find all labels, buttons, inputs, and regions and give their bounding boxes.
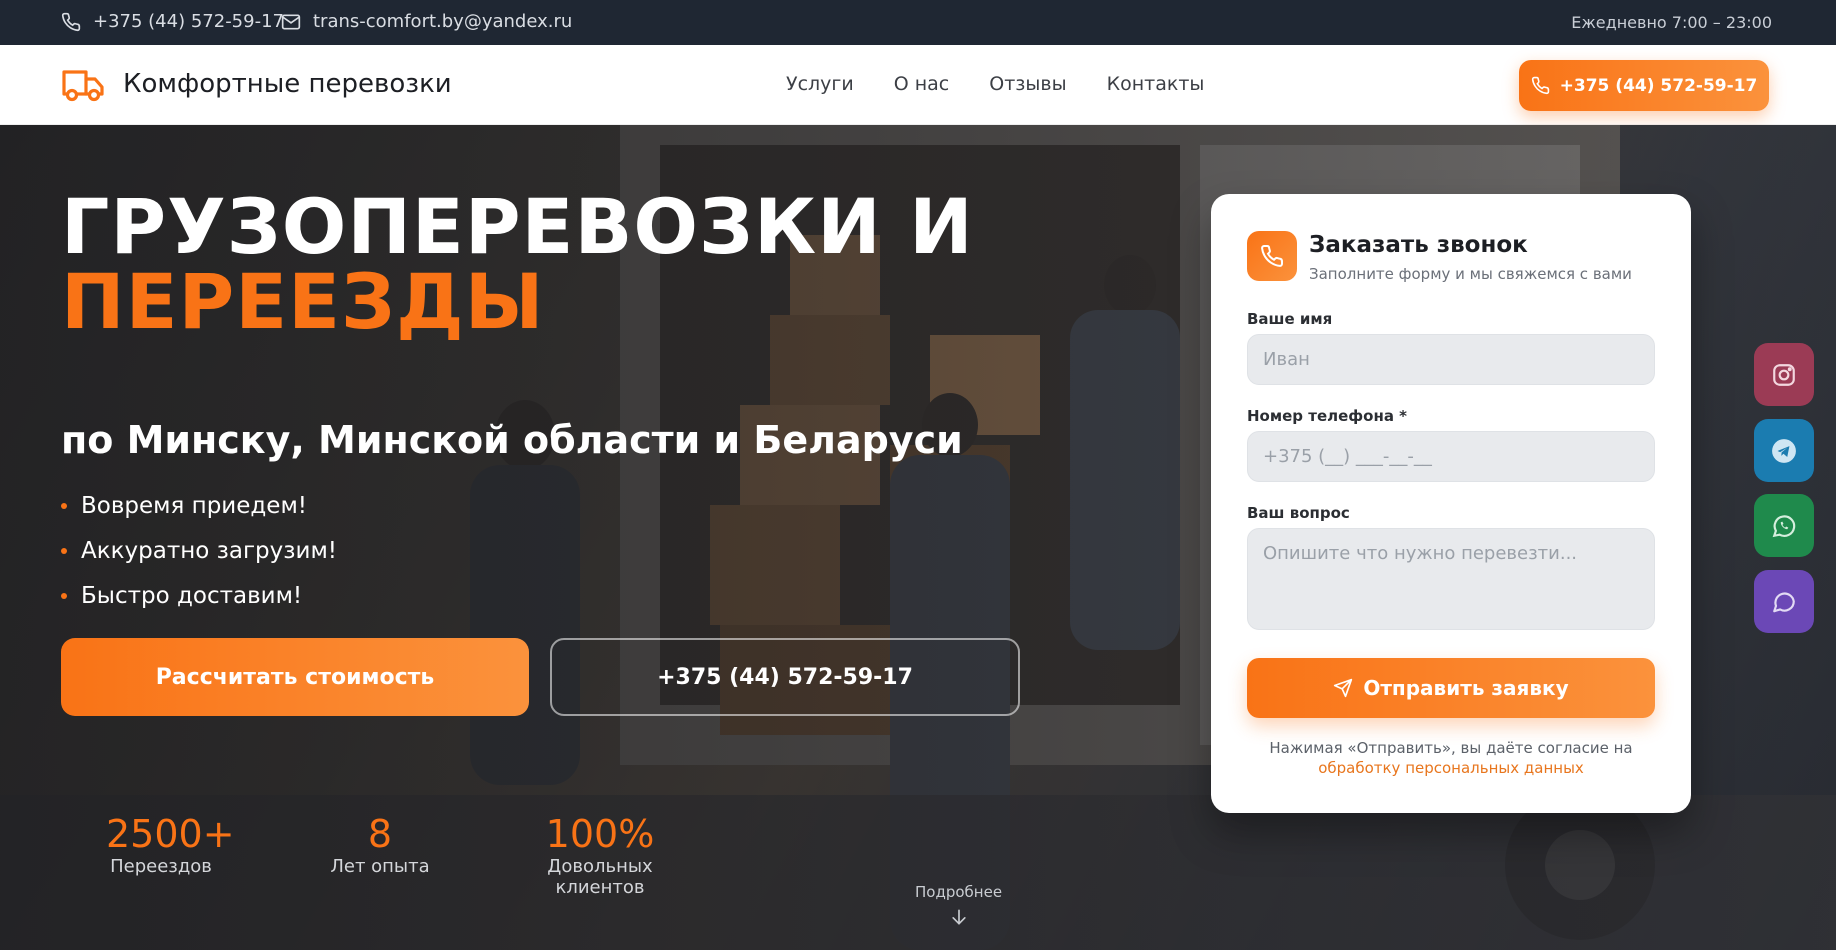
bullet-dot-icon (61, 547, 67, 554)
whatsapp-icon (1772, 514, 1796, 537)
stat-label: Довольных клиентов (547, 856, 653, 898)
instagram-icon (1773, 363, 1795, 386)
stat-moves: 2500+ Переездов (106, 812, 235, 877)
logo-text: Комфортные перевозки (123, 69, 452, 99)
form-title: Заказать звонок (1309, 232, 1528, 258)
header-call-button[interactable]: +375 (44) 572-59-17 (1519, 60, 1769, 111)
stat-label: Лет опыта (330, 856, 430, 877)
name-input[interactable]: Иван (1247, 334, 1655, 385)
question-label: Ваш вопрос (1247, 504, 1350, 522)
chat-button[interactable] (1754, 570, 1814, 633)
consent-note: Нажимая «Отправить», вы даёте согласие н… (1211, 738, 1691, 778)
main-nav: Услуги О нас Отзывы Контакты (786, 73, 1204, 95)
chat-icon (1773, 592, 1795, 612)
stat-number: 8 (367, 812, 393, 856)
topbar-email-text: trans-comfort.by@yandex.ru (313, 11, 573, 32)
phone-icon (1531, 76, 1549, 95)
benefit-item: Вовремя приедем! (61, 483, 337, 528)
stat-number: 100% (545, 812, 655, 856)
phone-input[interactable]: +375 (__) ___-__-__ (1247, 431, 1655, 482)
top-bar: +375 (44) 572-59-17 trans-comfort.by@yan… (0, 0, 1836, 45)
bullet-dot-icon (61, 502, 67, 509)
arrow-down-icon (951, 909, 966, 925)
send-icon (1334, 678, 1353, 698)
scroll-more[interactable]: Подробнее (915, 883, 1002, 927)
mail-icon (281, 14, 301, 29)
hero-benefits: Вовремя приедем! Аккуратно загрузим! Быс… (61, 483, 337, 618)
hero-subtitle: по Минску, Минской области и Беларуси (61, 418, 963, 462)
stat-years: 8 Лет опыта (320, 812, 440, 877)
telegram-icon (1772, 438, 1796, 463)
submit-label: Отправить заявку (1363, 676, 1569, 700)
working-hours: Ежедневно 7:00 – 23:00 (1571, 13, 1772, 32)
topbar-phone[interactable]: +375 (44) 572-59-17 (61, 11, 284, 32)
nav-contacts[interactable]: Контакты (1107, 73, 1205, 95)
site-header: Комфортные перевозки Услуги О нас Отзывы… (0, 45, 1836, 125)
scroll-more-label: Подробнее (915, 883, 1003, 901)
topbar-email[interactable]: trans-comfort.by@yandex.ru (281, 11, 572, 32)
header-call-label: +375 (44) 572-59-17 (1559, 75, 1758, 96)
callback-form: Заказать звонок Заполните форму и мы свя… (1211, 194, 1691, 813)
logo[interactable]: Комфортные перевозки (61, 64, 452, 104)
stat-label: Переездов (110, 856, 212, 877)
instagram-button[interactable] (1754, 343, 1814, 406)
form-subtitle: Заполните форму и мы свяжемся с вами (1309, 265, 1632, 283)
benefit-item: Аккуратно загрузим! (61, 528, 337, 573)
calculate-cost-button[interactable]: Рассчитать стоимость (61, 638, 529, 716)
bullet-dot-icon (61, 592, 67, 599)
consent-text: Нажимая «Отправить», вы даёте согласие н… (1269, 739, 1633, 757)
truck-icon (62, 70, 104, 102)
hero-title: ГРУЗОПЕРЕВОЗКИ И (61, 182, 974, 271)
stat-number: 2500+ (106, 812, 235, 856)
topbar-phone-text: +375 (44) 572-59-17 (93, 11, 284, 32)
benefit-text: Быстро доставим! (81, 582, 303, 609)
nav-reviews[interactable]: Отзывы (989, 73, 1066, 95)
benefit-item: Быстро доставим! (61, 573, 337, 618)
stat-clients: 100% Довольных клиентов (500, 812, 700, 898)
form-phone-badge (1247, 231, 1297, 281)
privacy-link[interactable]: обработку персональных данных (1211, 758, 1691, 778)
whatsapp-button[interactable] (1754, 494, 1814, 557)
hero-title-accent: ПЕРЕЕЗДЫ (61, 257, 545, 346)
nav-about[interactable]: О нас (894, 73, 950, 95)
submit-button[interactable]: Отправить заявку (1247, 658, 1655, 718)
benefit-text: Вовремя приедем! (81, 492, 308, 519)
telegram-button[interactable] (1754, 419, 1814, 482)
benefit-text: Аккуратно загрузим! (81, 537, 338, 564)
question-textarea[interactable]: Опишите что нужно перевезти... (1247, 528, 1655, 630)
name-label: Ваше имя (1247, 310, 1333, 328)
hero-phone-button[interactable]: +375 (44) 572-59-17 (550, 638, 1020, 716)
phone-icon (1261, 244, 1284, 267)
phone-label: Номер телефона * (1247, 407, 1408, 425)
phone-icon (61, 12, 81, 31)
nav-services[interactable]: Услуги (786, 73, 854, 95)
